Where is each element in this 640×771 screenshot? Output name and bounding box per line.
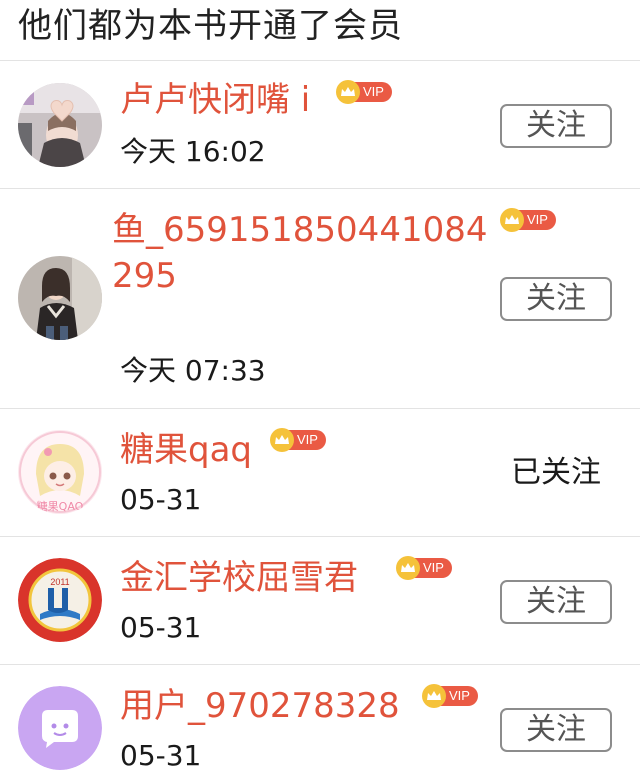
- vip-badge: VIP: [396, 556, 452, 580]
- divider: [0, 408, 640, 409]
- avatar-photo-heart-hands: [18, 83, 102, 167]
- chat-bubble-icon: [18, 686, 102, 770]
- avatar-anime-girl: 糖果QAQ: [18, 430, 102, 514]
- member-name[interactable]: 糖果qaq: [120, 430, 252, 470]
- member-name[interactable]: 卢卢快闭嘴 i: [120, 80, 310, 120]
- page-title: 他们都为本书开通了会员: [18, 6, 403, 46]
- follow-button[interactable]: 关注: [500, 277, 612, 321]
- avatar[interactable]: 糖果QAQ: [18, 430, 102, 514]
- join-time: 05-31: [120, 611, 202, 644]
- vip-badge: VIP: [336, 80, 392, 104]
- avatar[interactable]: 2011: [18, 558, 102, 642]
- vip-crown-icon: [270, 428, 294, 452]
- divider: [0, 188, 640, 189]
- member-name[interactable]: 金汇学校屈雪君: [120, 558, 358, 598]
- join-time: 今天 16:02: [120, 135, 266, 168]
- divider: [0, 536, 640, 537]
- divider: [0, 60, 640, 61]
- avatar-school-logo: 2011: [18, 558, 102, 642]
- follow-button[interactable]: 关注: [500, 708, 612, 752]
- member-name[interactable]: 鱼_659151850441084295: [112, 207, 502, 299]
- join-time: 今天 07:33: [120, 354, 266, 387]
- member-list-page: 他们都为本书开通了会员 卢卢快闭嘴 i VIP 今天 16:02 关注 鱼_65…: [0, 0, 640, 771]
- avatar[interactable]: [18, 83, 102, 167]
- vip-badge: VIP: [270, 428, 326, 452]
- join-time: 05-31: [120, 483, 202, 516]
- svg-text:2011: 2011: [50, 577, 69, 587]
- follow-button[interactable]: 关注: [500, 104, 612, 148]
- follow-button[interactable]: 关注: [500, 580, 612, 624]
- vip-crown-icon: [396, 556, 420, 580]
- vip-badge: VIP: [500, 208, 556, 232]
- svg-text:糖果QAQ: 糖果QAQ: [37, 499, 84, 513]
- avatar-photo-girl: [18, 256, 102, 340]
- avatar[interactable]: [18, 686, 102, 770]
- member-name[interactable]: 用户_970278328: [120, 686, 400, 726]
- vip-crown-icon: [336, 80, 360, 104]
- join-time: 05-31: [120, 739, 202, 771]
- avatar[interactable]: [18, 256, 102, 340]
- divider: [0, 664, 640, 665]
- vip-crown-icon: [500, 208, 524, 232]
- followed-status[interactable]: 已关注: [500, 453, 612, 493]
- vip-badge: VIP: [422, 684, 478, 708]
- vip-crown-icon: [422, 684, 446, 708]
